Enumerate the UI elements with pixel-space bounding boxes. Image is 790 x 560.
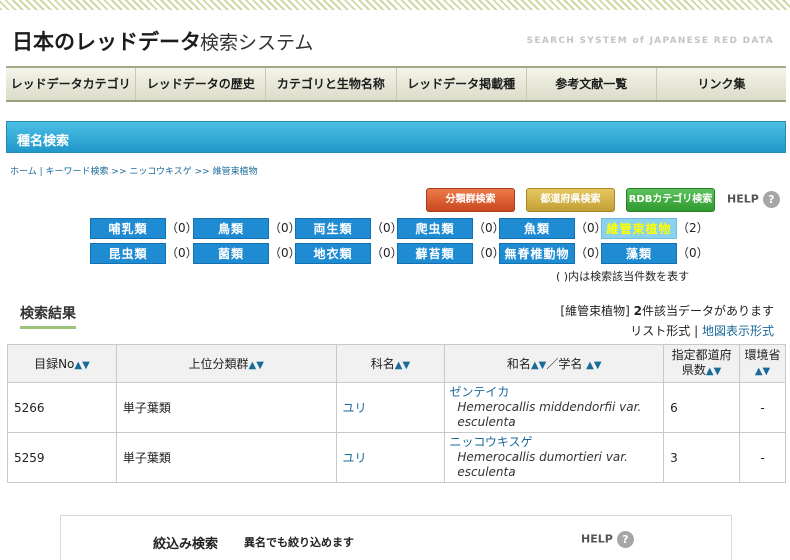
column-label: 環境省 <box>744 348 781 362</box>
column-label: 県数 <box>681 363 706 377</box>
help-label: HELP <box>727 192 759 206</box>
nav-redlist-history[interactable]: レッドデータの歴史 <box>136 68 267 100</box>
species-name-link[interactable]: ニッコウキスゲ <box>449 435 532 449</box>
category-insects[interactable]: 昆虫類 <box>90 243 166 264</box>
category-vascular-plants[interactable]: 維管束植物 <box>601 218 677 239</box>
cell-env-ministry: - <box>739 382 786 433</box>
site-english-title: SEARCH SYSTEM of JAPANESE RED DATA <box>526 36 774 46</box>
view-separator: | <box>694 324 699 338</box>
nav-category-names[interactable]: カテゴリと生物名称 <box>266 68 397 100</box>
view-list-format[interactable]: リスト形式 <box>630 324 690 338</box>
cell-family-link[interactable]: ユリ <box>335 382 446 433</box>
section-title-bar: 種名検索 <box>6 121 786 153</box>
column-header-family: 科名▲▼ <box>335 344 446 383</box>
cell-no: 5266 <box>7 382 117 433</box>
column-label: ／学名 <box>546 357 583 371</box>
filter-help-label: HELP <box>581 532 613 546</box>
nav-references[interactable]: 参考文献一覧 <box>527 68 657 100</box>
cell-env-ministry: - <box>739 432 786 483</box>
main-nav: レッドデータカテゴリ レッドデータの歴史 カテゴリと生物名称 レッドデータ掲載種… <box>6 66 786 102</box>
breadcrumb-current: 維管束植物 <box>212 167 258 177</box>
filter-subtitle: 異名でも絞り込めます <box>244 536 354 549</box>
sort-arrows[interactable]: ▲▼ <box>706 366 721 377</box>
filter-search-panel: 絞込み検索 異名でも絞り込めます HELP? <box>60 515 732 560</box>
cell-family-link[interactable]: ユリ <box>335 432 446 483</box>
category-lichens[interactable]: 地衣類 <box>295 243 371 264</box>
nav-links[interactable]: リンク集 <box>657 68 786 100</box>
sort-arrows[interactable]: ▲▼ <box>531 360 546 371</box>
results-table: 目録No▲▼ 上位分類群▲▼ 科名▲▼ 和名▲▼／学名 ▲▼ 指定都道府 県数▲▼… <box>7 344 786 483</box>
category-count: （2） <box>677 221 709 235</box>
scientific-name: Hemerocallis dumortieri var. esculenta <box>457 450 628 479</box>
table-row: 5266 単子葉類 ユリ ゼンテイカ Hemerocallis middendo… <box>7 382 786 433</box>
category-birds[interactable]: 鳥類 <box>193 218 269 239</box>
sort-arrows[interactable]: ▲▼ <box>755 366 770 377</box>
results-summary: [維管束植物] 2件該当データがあります <box>560 302 774 319</box>
cell-prefecture-count: 3 <box>663 432 741 483</box>
category-count-note: ( )内は検索該当件数を表す <box>556 270 690 283</box>
breadcrumb-separator: | <box>39 167 43 177</box>
help-icon[interactable]: ? <box>762 191 780 208</box>
cell-name: ゼンテイカ Hemerocallis middendorfii var. esc… <box>444 382 665 433</box>
column-label: 上位分類群 <box>188 357 249 371</box>
section-title: 種名検索 <box>17 134 70 149</box>
category-mammals[interactable]: 哺乳類 <box>90 218 166 239</box>
category-algae[interactable]: 藻類 <box>601 243 677 264</box>
site-subtitle: 検索システム <box>200 32 314 54</box>
breadcrumb-keyword-search[interactable]: キーワード検索 <box>46 167 109 177</box>
category-amphibians[interactable]: 両生類 <box>295 218 371 239</box>
sort-arrows[interactable]: ▲▼ <box>74 360 89 371</box>
column-label: 科名 <box>370 357 395 371</box>
breadcrumb-species[interactable]: ニッコウキスゲ <box>129 167 191 177</box>
nav-redlist-categories[interactable]: レッドデータカテゴリ <box>6 68 137 100</box>
column-label: 和名 <box>506 357 531 371</box>
column-label: 指定都道府 <box>671 348 732 362</box>
filter-help-link[interactable]: HELP? <box>581 531 634 548</box>
breadcrumb-separator: >> <box>194 167 210 177</box>
category-count: （0） <box>677 246 709 260</box>
prefecture-search-button[interactable]: 都道府県検索 <box>526 188 615 212</box>
column-header-prefectures: 指定都道府 県数▲▼ <box>663 344 741 383</box>
breadcrumb-home[interactable]: ホーム <box>10 167 37 177</box>
scientific-name: Hemerocallis middendorfii var. esculenta <box>457 400 642 429</box>
column-header-name: 和名▲▼／学名 ▲▼ <box>444 344 665 383</box>
rdb-category-search-button[interactable]: RDBカテゴリ検索 <box>626 188 715 212</box>
taxon-search-button[interactable]: 分類群検索 <box>426 188 515 212</box>
help-link[interactable]: HELP? <box>727 191 780 208</box>
category-reptiles[interactable]: 爬虫類 <box>397 218 473 239</box>
nav-listed-species[interactable]: レッドデータ掲載種 <box>397 68 527 100</box>
breadcrumb-separator: >> <box>111 167 127 177</box>
sort-arrows[interactable]: ▲▼ <box>395 360 410 371</box>
cell-no: 5259 <box>7 432 117 483</box>
table-header-row: 目録No▲▼ 上位分類群▲▼ 科名▲▼ 和名▲▼／学名 ▲▼ 指定都道府 県数▲▼… <box>7 344 786 383</box>
cell-name: ニッコウキスゲ Hemerocallis dumortieri var. esc… <box>444 432 665 483</box>
category-bryophytes[interactable]: 蘚苔類 <box>397 243 473 264</box>
category-fish[interactable]: 魚類 <box>499 218 575 239</box>
results-summary-category: [維管束植物] <box>560 304 630 318</box>
results-count: 2 <box>633 304 642 318</box>
category-fungi[interactable]: 菌類 <box>193 243 269 264</box>
view-map-format[interactable]: 地図表示形式 <box>702 324 774 338</box>
breadcrumb: ホーム | キーワード検索 >> ニッコウキスゲ >> 維管束植物 <box>10 164 258 177</box>
column-header-env-ministry: 環境省 ▲▼ <box>739 344 786 383</box>
help-icon[interactable]: ? <box>616 531 634 548</box>
column-header-upper-taxon: 上位分類群▲▼ <box>115 344 337 383</box>
view-mode-switch: リスト形式 | 地図表示形式 <box>630 322 774 339</box>
sort-arrows[interactable]: ▲▼ <box>249 360 264 371</box>
results-title: 検索結果 <box>20 303 76 329</box>
column-header-no: 目録No▲▼ <box>7 344 117 383</box>
species-name-link[interactable]: ゼンテイカ <box>449 385 509 399</box>
site-header: 日本のレッドデータ 検索システム SEARCH SYSTEM of JAPANE… <box>0 10 790 66</box>
cell-upper-taxon: 単子葉類 <box>115 382 337 433</box>
sort-arrows[interactable]: ▲▼ <box>586 360 601 371</box>
category-invertebrates[interactable]: 無脊椎動物 <box>499 243 575 264</box>
table-row: 5259 単子葉類 ユリ ニッコウキスゲ Hemerocallis dumort… <box>7 432 786 483</box>
filter-title: 絞込み検索 <box>153 537 219 552</box>
site-title[interactable]: 日本のレッドデータ <box>12 26 201 56</box>
header-stripe <box>0 0 790 10</box>
results-summary-text: 件該当データがあります <box>641 304 774 318</box>
column-label: 目録No <box>34 357 75 371</box>
cell-prefecture-count: 6 <box>663 382 741 433</box>
cell-upper-taxon: 単子葉類 <box>115 432 337 483</box>
